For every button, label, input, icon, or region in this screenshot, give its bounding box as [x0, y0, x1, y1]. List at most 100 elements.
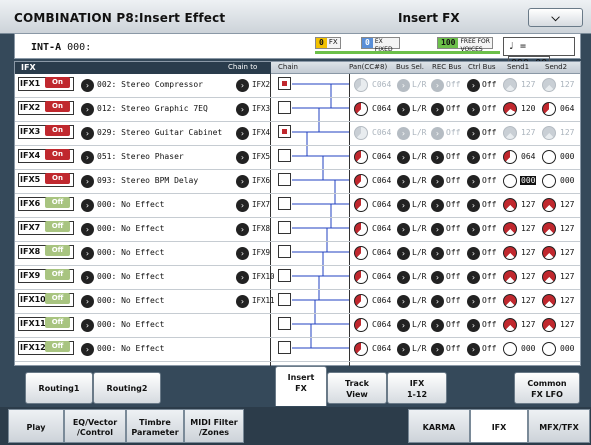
ctrl-bus-value[interactable]: Off: [482, 344, 496, 353]
rec-bus-arrow-icon[interactable]: ›: [431, 151, 444, 164]
ctrl-bus-value[interactable]: Off: [482, 320, 496, 329]
pan-knob-icon[interactable]: [354, 198, 368, 212]
select-arrow-icon[interactable]: ›: [81, 343, 94, 356]
ctrl-bus-arrow-icon[interactable]: ›: [467, 151, 480, 164]
send2-value[interactable]: 127: [560, 320, 574, 329]
send2-value[interactable]: 127: [560, 296, 574, 305]
chain-to-value[interactable]: IFX8: [252, 224, 270, 233]
pan-value[interactable]: C064: [372, 200, 391, 209]
rec-bus-value[interactable]: Off: [446, 248, 460, 257]
ctrl-bus-value[interactable]: Off: [482, 176, 496, 185]
ifx-onoff-toggle[interactable]: Off: [45, 245, 70, 256]
rec-bus-value[interactable]: Off: [446, 80, 460, 89]
bus-arrow-icon[interactable]: ›: [397, 103, 410, 116]
send1-knob-icon[interactable]: [503, 342, 517, 356]
chain-checkbox[interactable]: [278, 317, 291, 330]
effect-name[interactable]: 012: Stereo Graphic 7EQ: [97, 104, 208, 113]
ctrl-bus-arrow-icon[interactable]: ›: [467, 127, 480, 140]
bus-arrow-icon[interactable]: ›: [397, 127, 410, 140]
effect-name[interactable]: 000: No Effect: [97, 272, 164, 281]
tab-common-fx-lfo[interactable]: Common FX LFO: [514, 372, 580, 404]
pan-knob-icon[interactable]: [354, 222, 368, 236]
tab-track-view[interactable]: Track View: [327, 372, 387, 404]
send2-value[interactable]: 000: [560, 344, 574, 353]
bus-arrow-icon[interactable]: ›: [397, 271, 410, 284]
tab-ifx-1-12[interactable]: IFX 1-12: [387, 372, 447, 404]
chain-to-value[interactable]: IFX6: [252, 176, 270, 185]
rec-bus-value[interactable]: Off: [446, 344, 460, 353]
chain-to-arrow-icon[interactable]: ›: [236, 295, 249, 308]
pan-value[interactable]: C064: [372, 80, 391, 89]
send1-value[interactable]: 120: [521, 104, 535, 113]
send1-value[interactable]: 127: [521, 200, 535, 209]
bus-sel-value[interactable]: L/R: [412, 272, 426, 281]
rec-bus-arrow-icon[interactable]: ›: [431, 247, 444, 260]
send2-knob-icon[interactable]: [542, 102, 556, 116]
ctrl-bus-arrow-icon[interactable]: ›: [467, 103, 480, 116]
pan-value[interactable]: C064: [372, 248, 391, 257]
tab-eq-vector-control[interactable]: EQ/Vector/Control: [64, 409, 126, 443]
select-arrow-icon[interactable]: ›: [81, 127, 94, 140]
ctrl-bus-value[interactable]: Off: [482, 296, 496, 305]
chain-checkbox[interactable]: [278, 125, 291, 138]
pan-value[interactable]: C064: [372, 128, 391, 137]
rec-bus-arrow-icon[interactable]: ›: [431, 271, 444, 284]
rec-bus-arrow-icon[interactable]: ›: [431, 295, 444, 308]
select-arrow-icon[interactable]: ›: [81, 103, 94, 116]
bus-sel-value[interactable]: L/R: [412, 224, 426, 233]
chain-to-value[interactable]: IFX9: [252, 248, 270, 257]
chain-checkbox[interactable]: [278, 101, 291, 114]
chain-to-arrow-icon[interactable]: ›: [236, 175, 249, 188]
ctrl-bus-value[interactable]: Off: [482, 224, 496, 233]
ifx-onoff-toggle[interactable]: On: [45, 125, 70, 136]
tab-routing2[interactable]: Routing2: [93, 372, 161, 404]
send1-knob-icon[interactable]: [503, 222, 517, 236]
program-name[interactable]: INT-A 000:: [31, 42, 91, 53]
ctrl-bus-value[interactable]: Off: [482, 104, 496, 113]
chain-to-arrow-icon[interactable]: ›: [236, 127, 249, 140]
bus-sel-value[interactable]: L/R: [412, 320, 426, 329]
chain-checkbox[interactable]: [278, 173, 291, 186]
pan-knob-icon[interactable]: [354, 102, 368, 116]
pan-value[interactable]: C064: [372, 344, 391, 353]
ctrl-bus-arrow-icon[interactable]: ›: [467, 271, 480, 284]
send1-value[interactable]: 000: [520, 176, 537, 185]
bus-arrow-icon[interactable]: ›: [397, 223, 410, 236]
select-arrow-icon[interactable]: ›: [81, 79, 94, 92]
ifx-onoff-toggle[interactable]: On: [45, 173, 70, 184]
chain-to-arrow-icon[interactable]: ›: [236, 103, 249, 116]
send1-value[interactable]: 127: [521, 320, 535, 329]
ifx-onoff-toggle[interactable]: Off: [45, 341, 70, 352]
chain-to-value[interactable]: IFX2: [252, 80, 270, 89]
send1-knob-icon[interactable]: [503, 246, 517, 260]
rec-bus-arrow-icon[interactable]: ›: [431, 79, 444, 92]
send1-knob-icon[interactable]: [503, 294, 517, 308]
send1-knob-icon[interactable]: [503, 150, 517, 164]
bus-sel-value[interactable]: L/R: [412, 200, 426, 209]
effect-name[interactable]: 000: No Effect: [97, 248, 164, 257]
pan-knob-icon[interactable]: [354, 294, 368, 308]
chain-checkbox[interactable]: [278, 221, 291, 234]
send1-knob-icon[interactable]: [503, 102, 517, 116]
effect-name[interactable]: 002: Stereo Compressor: [97, 80, 203, 89]
effect-name[interactable]: 000: No Effect: [97, 224, 164, 233]
send2-value[interactable]: 127: [560, 128, 574, 137]
effect-name[interactable]: 000: No Effect: [97, 200, 164, 209]
bus-arrow-icon[interactable]: ›: [397, 79, 410, 92]
bus-sel-value[interactable]: L/R: [412, 248, 426, 257]
chain-checkbox[interactable]: [278, 245, 291, 258]
send1-value[interactable]: 127: [521, 128, 535, 137]
rec-bus-arrow-icon[interactable]: ›: [431, 127, 444, 140]
send1-value[interactable]: 064: [521, 152, 535, 161]
pan-knob-icon[interactable]: [354, 78, 368, 92]
ifx-onoff-toggle[interactable]: On: [45, 101, 70, 112]
bus-arrow-icon[interactable]: ›: [397, 175, 410, 188]
rec-bus-value[interactable]: Off: [446, 128, 460, 137]
pan-value[interactable]: C064: [372, 296, 391, 305]
send1-knob-icon[interactable]: [503, 78, 517, 92]
send1-value[interactable]: 000: [521, 344, 535, 353]
chain-to-arrow-icon[interactable]: ›: [236, 271, 249, 284]
chain-to-value[interactable]: IFX5: [252, 152, 270, 161]
chain-checkbox[interactable]: [278, 149, 291, 162]
effect-name[interactable]: 000: No Effect: [97, 296, 164, 305]
